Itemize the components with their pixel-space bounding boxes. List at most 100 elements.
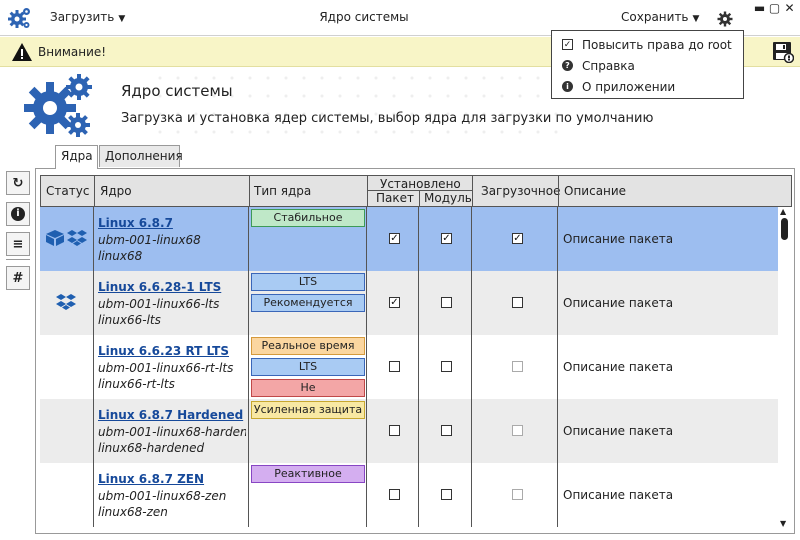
table-row[interactable]: Linux 6.8.7 Hardened ubm-001-linux68-hard…: [40, 399, 778, 463]
window-title: Ядро системы: [319, 10, 409, 24]
kernel-short-name: linux66-rt-lts: [98, 377, 175, 391]
menu-item-label: Повысить права до root: [582, 37, 732, 52]
menu-item-root[interactable]: ✓ Повысить права до root: [552, 34, 743, 55]
col-package[interactable]: Пакет: [376, 191, 414, 205]
checkbox-icon: ✓: [562, 39, 573, 50]
kernel-description: Описание пакета: [563, 424, 674, 438]
table-row[interactable]: Linux 6.6.28-1 LTS ubm-001-linux66-lts lin…: [40, 271, 778, 335]
maximize-icon[interactable]: ▢: [768, 2, 781, 15]
boot-checkbox: [512, 361, 523, 372]
save-label: Сохранить: [621, 10, 689, 24]
kernel-package-name: ubm-001-linux68-zen: [98, 489, 227, 503]
kernel-name-link[interactable]: Linux 6.8.7: [98, 216, 173, 230]
log-button[interactable]: ≡: [6, 232, 30, 256]
boot-checkbox[interactable]: ✓: [512, 233, 523, 244]
kernel-name-link[interactable]: Linux 6.6.28-1 LTS: [98, 280, 221, 294]
dropbox-icon: [56, 294, 76, 310]
package-checkbox[interactable]: [389, 361, 400, 372]
scroll-thumb[interactable]: [781, 218, 788, 240]
gear-icon[interactable]: [717, 11, 733, 27]
status-icons: [44, 229, 88, 247]
tab-kernels[interactable]: Ядра: [55, 145, 98, 169]
kernel-type-badge: Реальное время: [251, 337, 365, 355]
kernels-table: Статус Ядро Тип ядра Установлено Пакет М…: [35, 168, 795, 534]
package-checkbox[interactable]: [389, 425, 400, 436]
col-type[interactable]: Тип ядра: [254, 184, 311, 198]
window-controls: ▬ ▢ ✕: [753, 2, 796, 15]
kernel-package-name: ubm-001-linux68: [98, 233, 201, 247]
boot-checkbox: [512, 489, 523, 500]
scroll-down-icon[interactable]: ▼: [780, 519, 786, 528]
hash-button[interactable]: #: [6, 266, 30, 290]
package-checkbox[interactable]: ✓: [389, 297, 400, 308]
kernel-short-name: linux66-lts: [98, 313, 161, 327]
kernel-name-link[interactable]: Linux 6.8.7 ZEN: [98, 472, 204, 486]
kernel-name-link[interactable]: Linux 6.6.23 RT LTS: [98, 344, 229, 358]
close-icon[interactable]: ✕: [783, 2, 796, 15]
kernel-type-badge: Рекомендуется: [251, 294, 365, 312]
kernel-description: Описание пакета: [563, 488, 674, 502]
save-disk-icon[interactable]: [772, 41, 794, 63]
table-row[interactable]: Linux 6.6.23 RT LTS ubm-001-linux66-rt-lt…: [40, 335, 778, 410]
page-title: Ядро системы: [121, 82, 233, 100]
vertical-scrollbar[interactable]: ▲ ▼: [778, 207, 792, 529]
header-pattern: [150, 68, 570, 140]
package-checkbox[interactable]: [389, 489, 400, 500]
hash-icon: #: [12, 270, 24, 286]
settings-dropdown-menu: ✓ Повысить права до root ? Справка i О п…: [551, 30, 744, 99]
kernel-package-name: ubm-001-linux66-rt-lts: [98, 361, 234, 375]
toolbar-separator: [6, 259, 30, 260]
table-body: Linux 6.8.7 ubm-001-linux68 linux68 Стабиль…: [40, 207, 778, 529]
kernel-type-badge: Не поддерживается: [251, 379, 365, 410]
chevron-down-icon: ▼: [692, 14, 700, 24]
package-box-icon: [46, 230, 64, 246]
col-description[interactable]: Описание: [564, 184, 626, 198]
col-boot[interactable]: Загрузочное: [481, 184, 560, 198]
kernel-short-name: linux68-zen: [98, 505, 168, 519]
refresh-icon: ↻: [12, 175, 24, 191]
dropbox-icon: [67, 230, 87, 246]
status-icons: [55, 293, 77, 311]
boot-checkbox[interactable]: [512, 297, 523, 308]
info-button[interactable]: i: [6, 202, 30, 226]
menu-item-about[interactable]: i О приложении: [552, 76, 743, 97]
menu-item-label: Справка: [582, 58, 635, 73]
table-row[interactable]: Linux 6.8.7 ZEN ubm-001-linux68-zen linux6…: [40, 463, 778, 527]
module-checkbox[interactable]: [441, 489, 452, 500]
info-icon: i: [11, 207, 25, 221]
kernel-type-badge: LTS: [251, 273, 365, 291]
package-checkbox[interactable]: ✓: [389, 233, 400, 244]
kernel-description: Описание пакета: [563, 232, 674, 246]
tab-addons[interactable]: Дополнения: [99, 145, 183, 167]
save-menu-button[interactable]: Сохранить ▼: [621, 10, 699, 24]
kernel-type-badge: Стабильное: [251, 209, 365, 227]
col-kernel[interactable]: Ядро: [100, 184, 132, 198]
kernel-type-badge: Усиленная защита: [251, 401, 365, 419]
kernel-short-name: linux68: [98, 249, 143, 263]
info-icon: i: [562, 81, 573, 92]
kernel-description: Описание пакета: [563, 296, 674, 310]
col-status[interactable]: Статус: [46, 184, 89, 198]
document-icon: ≡: [12, 236, 24, 252]
refresh-button[interactable]: ↻: [6, 171, 30, 195]
gears-header-icon: [24, 74, 92, 137]
col-installed: Установлено: [380, 177, 461, 191]
kernel-type-badge: LTS: [251, 358, 365, 376]
kernel-name-link[interactable]: Linux 6.8.7 Hardened: [98, 408, 243, 422]
kernel-package-name: ubm-001-linux66-lts: [98, 297, 220, 311]
menu-item-help[interactable]: ? Справка: [552, 55, 743, 76]
kernel-package-name: ubm-001-linux68-hardened: [98, 425, 246, 439]
table-header: Статус Ядро Тип ядра Установлено Пакет М…: [40, 175, 792, 207]
col-module[interactable]: Модуль: [424, 191, 472, 205]
warning-icon: [12, 43, 32, 61]
scroll-up-icon[interactable]: ▲: [780, 207, 786, 216]
help-icon: ?: [562, 60, 573, 71]
module-checkbox[interactable]: [441, 425, 452, 436]
module-checkbox[interactable]: ✓: [441, 233, 452, 244]
page-subtitle: Загрузка и установка ядер системы, выбор…: [121, 111, 654, 126]
menu-item-label: О приложении: [582, 79, 676, 94]
minimize-icon[interactable]: ▬: [753, 2, 766, 15]
module-checkbox[interactable]: [441, 297, 452, 308]
module-checkbox[interactable]: [441, 361, 452, 372]
table-row[interactable]: Linux 6.8.7 ubm-001-linux68 linux68 Стабиль…: [40, 207, 778, 271]
